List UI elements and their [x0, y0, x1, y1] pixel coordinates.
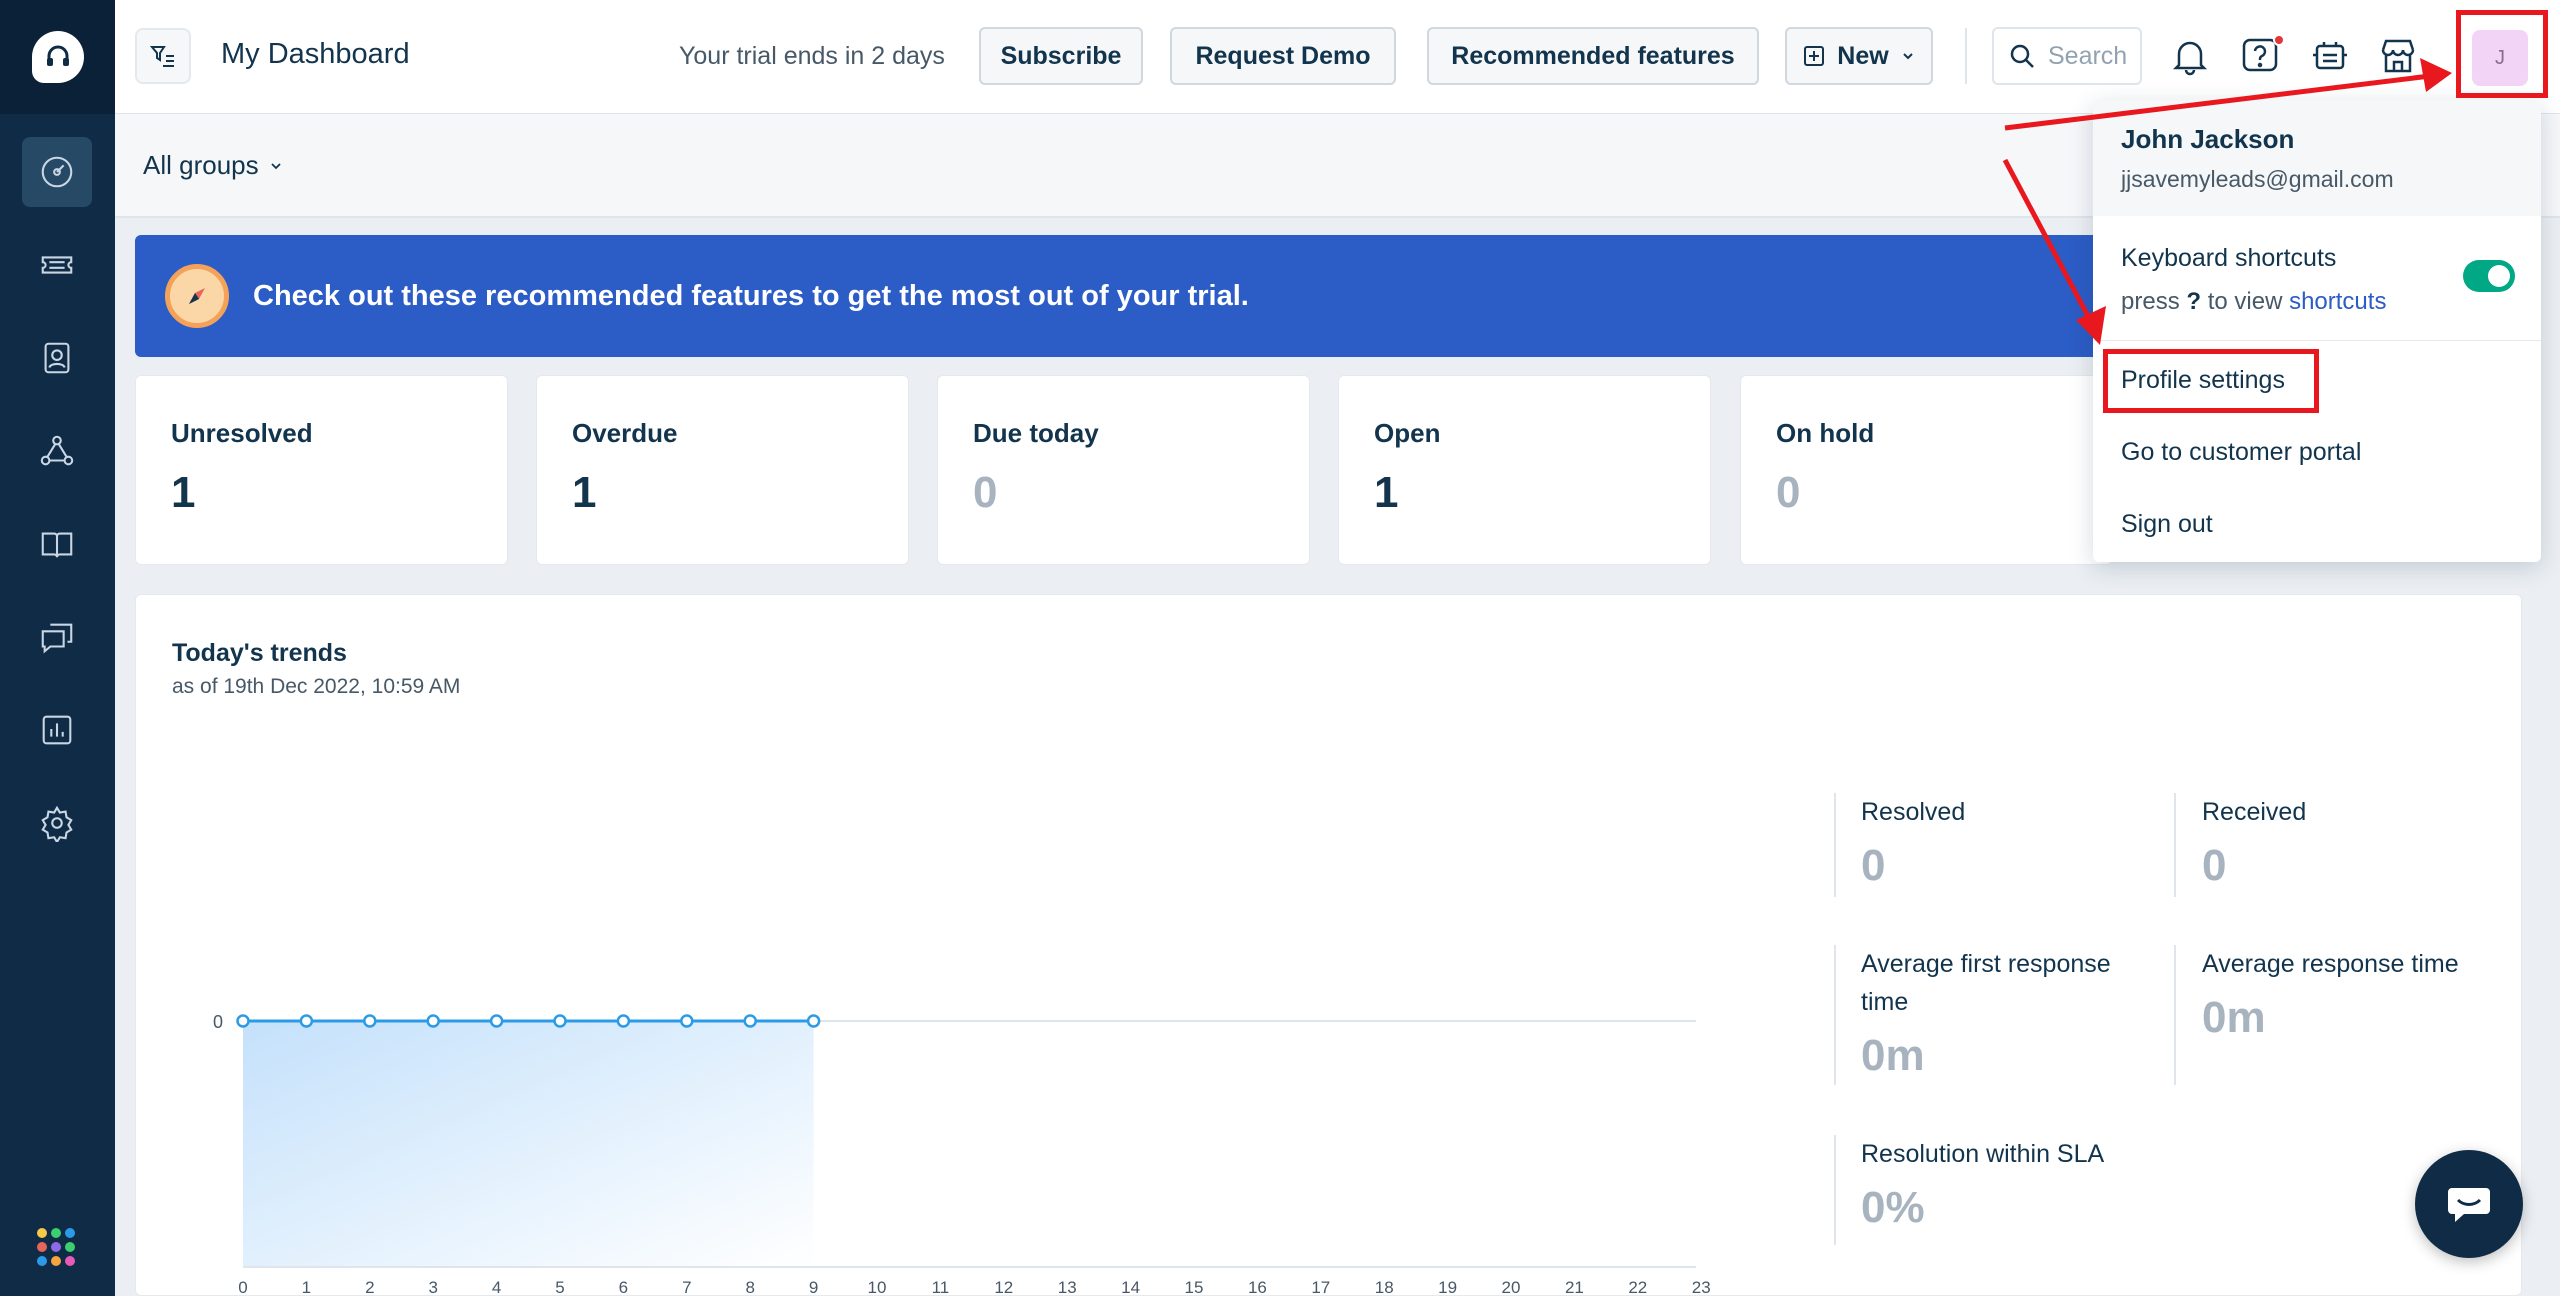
arrow-to-avatar — [2004, 73, 2431, 131]
arrowhead-profile — [2076, 306, 2106, 345]
arrowhead-avatar — [2420, 58, 2452, 92]
chat-widget-button[interactable] — [2415, 1150, 2523, 1258]
arrow-to-profile-settings — [2002, 158, 2093, 322]
chat-icon — [2448, 1188, 2490, 1222]
annotation-arrows — [2002, 58, 2452, 345]
